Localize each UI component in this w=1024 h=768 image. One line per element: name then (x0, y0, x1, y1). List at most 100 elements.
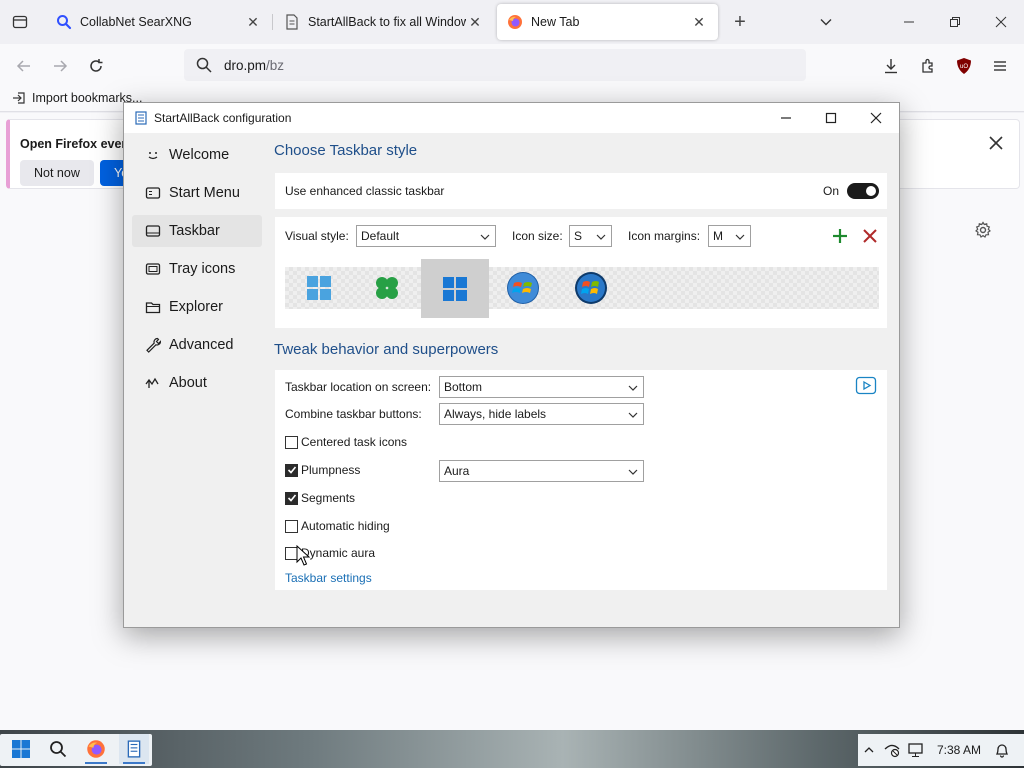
display-tray-button[interactable] (906, 740, 926, 760)
search-icon (56, 14, 72, 30)
not-now-button[interactable]: Not now (20, 160, 94, 186)
close-icon (870, 112, 882, 124)
puzzle-piece-icon (922, 58, 933, 73)
network-tray-button[interactable] (882, 740, 902, 760)
choose-taskbar-style-heading: Choose Taskbar style (274, 142, 418, 159)
dialog-close-button[interactable] (853, 104, 899, 132)
style-option-windows-7[interactable] (489, 267, 557, 309)
sidebar-item-label: About (169, 375, 207, 391)
startallback-app-icon (135, 111, 147, 125)
close-tab-icon[interactable]: ✕ (244, 13, 262, 31)
minimize-icon (781, 117, 791, 119)
start-menu-icon (144, 184, 162, 202)
url-domain: dro.pm (224, 57, 267, 73)
downloads-button[interactable] (877, 52, 905, 80)
taskbar-style-preview-strip (285, 259, 879, 318)
plumpness-checkbox[interactable]: Plumpness (285, 463, 360, 477)
hamburger-menu-icon (994, 61, 1006, 71)
icon-margins-select[interactable]: M (708, 225, 751, 247)
close-icon (989, 136, 1003, 150)
plumpness-select[interactable]: Aura (439, 460, 644, 482)
tab-searxng[interactable]: CollabNet SearXNG ✕ (46, 4, 272, 40)
notifications-button[interactable] (992, 740, 1012, 760)
checkbox-label: Plumpness (301, 463, 361, 477)
url-path: /bz (266, 57, 285, 73)
close-window-button[interactable] (987, 8, 1015, 36)
dialog-maximize-button[interactable] (808, 104, 854, 132)
remove-style-button[interactable] (861, 227, 879, 245)
sidebar-item-advanced[interactable]: Advanced (132, 329, 262, 361)
startallback-app-icon (127, 740, 141, 758)
minimize-icon (904, 21, 914, 23)
url-text: dro.pm/bz (224, 58, 284, 73)
icon-margins-label: Icon margins: (628, 229, 701, 243)
app-menu-button[interactable] (986, 52, 1014, 80)
startallback-config-window: StartAllBack configuration Welcome Start… (123, 102, 900, 628)
visual-style-value: Default (361, 229, 400, 243)
close-tab-icon[interactable]: ✕ (466, 13, 484, 31)
taskbar-startallback-button[interactable] (119, 734, 149, 764)
back-button[interactable] (10, 52, 38, 80)
extensions-button[interactable] (914, 52, 942, 80)
url-bar[interactable]: dro.pm/bz (184, 49, 806, 81)
tab-startallback[interactable]: StartAllBack to fix all Windows ✕ (274, 4, 494, 40)
checkbox-label: Dynamic aura (301, 546, 376, 560)
firefox-view-button[interactable] (6, 8, 34, 36)
combine-buttons-select[interactable]: Always, hide labels (439, 403, 644, 425)
sidebar-item-start-menu[interactable]: Start Menu (132, 177, 262, 209)
notification-text: Open Firefox every (20, 137, 134, 151)
taskbar-firefox-button[interactable] (81, 734, 111, 764)
minimize-window-button[interactable] (895, 8, 923, 36)
toggle-state-label: On (823, 184, 840, 198)
start-button[interactable] (6, 734, 36, 764)
automatic-hiding-checkbox[interactable]: Automatic hiding (285, 519, 390, 533)
chevron-down-icon (735, 234, 745, 240)
list-all-tabs-button[interactable] (814, 10, 838, 34)
tab-new-tab[interactable]: New Tab ✕ (497, 4, 718, 40)
new-tab-button[interactable]: + (728, 10, 752, 34)
reload-button[interactable] (82, 52, 110, 80)
windows-10-style-icon (443, 276, 467, 301)
close-tab-icon[interactable]: ✕ (690, 13, 708, 31)
restore-window-button[interactable] (941, 8, 969, 36)
windows-vista-orb-icon (575, 272, 607, 304)
dialog-minimize-button[interactable] (763, 104, 809, 132)
taskbar-settings-link[interactable]: Taskbar settings (285, 571, 372, 585)
dialog-titlebar[interactable]: StartAllBack configuration (124, 103, 899, 133)
sidebar-item-label: Explorer (169, 299, 223, 315)
taskbar-location-select[interactable]: Bottom (439, 376, 644, 398)
sidebar-item-welcome[interactable]: Welcome (132, 139, 262, 171)
ublock-origin-button[interactable]: uO (950, 52, 978, 80)
taskbar-style-panel: Visual style: Default Icon size: S Icon … (275, 217, 887, 328)
video-tutorial-button[interactable] (855, 376, 877, 396)
sidebar-item-label: Tray icons (169, 261, 236, 277)
taskbar-clock[interactable]: 7:38 AM (932, 740, 986, 760)
segments-checkbox[interactable]: Segments (285, 491, 355, 505)
sidebar-item-tray-icons[interactable]: Tray icons (132, 253, 262, 285)
navigation-toolbar: dro.pm/bz uO (0, 44, 1024, 86)
visual-style-select[interactable]: Default (356, 225, 496, 247)
style-option-windows-11[interactable] (285, 267, 353, 309)
centered-icons-checkbox[interactable]: Centered task icons (285, 435, 407, 449)
taskbar-search-button[interactable] (43, 734, 73, 764)
forward-button[interactable] (46, 52, 74, 80)
checkbox-label: Segments (301, 491, 356, 505)
style-option-windows-vista[interactable] (557, 267, 625, 309)
sidebar-item-taskbar[interactable]: Taskbar (132, 215, 262, 247)
checkbox-box (285, 519, 298, 533)
add-style-button[interactable] (831, 227, 849, 245)
page-icon (284, 14, 300, 30)
icon-size-select[interactable]: S (569, 225, 612, 247)
forward-arrow-icon (54, 60, 68, 72)
enhanced-taskbar-panel: Use enhanced classic taskbar On (275, 173, 887, 209)
chevron-down-icon (480, 234, 490, 240)
toggle-switch[interactable] (847, 183, 880, 199)
sidebar-item-about[interactable]: About (132, 367, 262, 399)
sidebar-item-explorer[interactable]: Explorer (132, 291, 262, 323)
enhanced-taskbar-toggle[interactable]: On (823, 183, 880, 199)
notification-close-button[interactable] (987, 134, 1005, 152)
style-option-windows-10[interactable] (421, 259, 489, 318)
personalize-new-tab-button[interactable] (972, 219, 994, 241)
style-option-clover[interactable] (353, 267, 421, 309)
show-hidden-icons-button[interactable] (862, 740, 876, 760)
